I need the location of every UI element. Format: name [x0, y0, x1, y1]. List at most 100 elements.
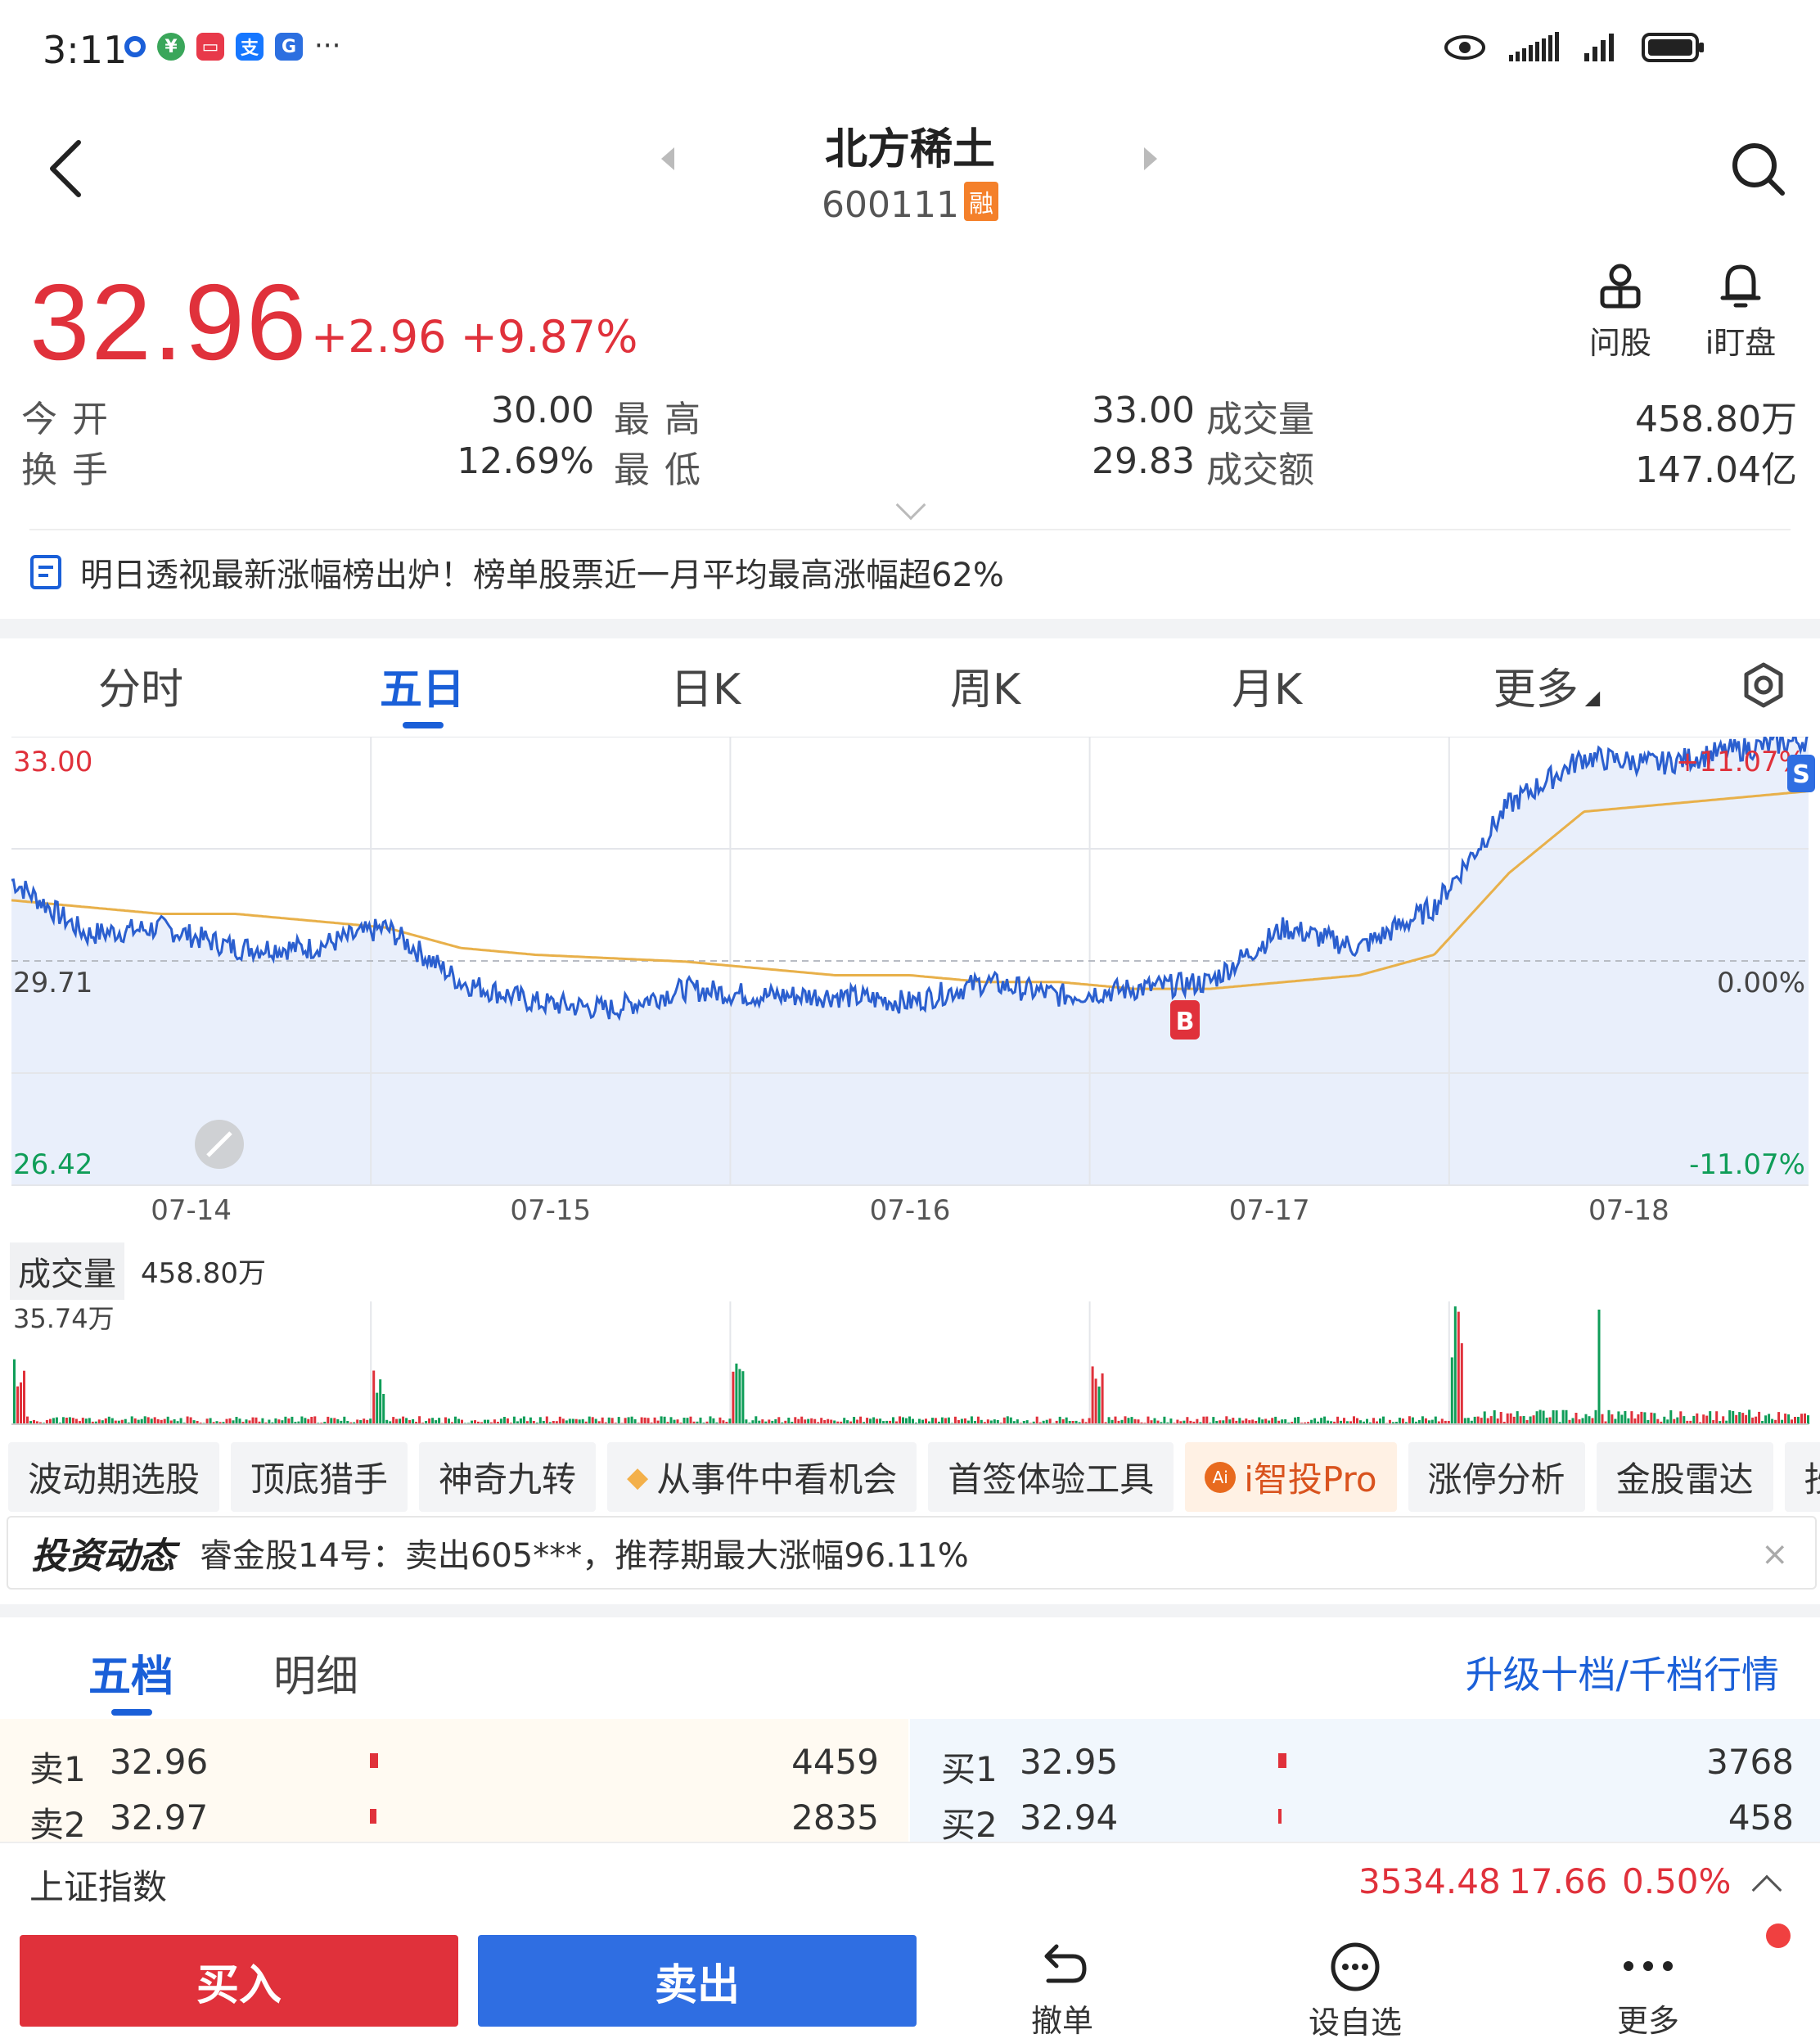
chip-volatility-picker[interactable]: 波动期选股 [8, 1442, 220, 1512]
buy1-price[interactable]: 32.95 [1020, 1742, 1118, 1782]
tab-five-levels[interactable]: 五档 [88, 1642, 173, 1703]
volume-bar [1127, 1418, 1130, 1424]
volume-bar [372, 1370, 376, 1424]
volume-bar [1640, 1411, 1643, 1424]
volume-bar [1607, 1409, 1611, 1424]
volume-bar [205, 1418, 209, 1424]
volume-bar [104, 1418, 107, 1424]
volume-bar [1320, 1418, 1323, 1424]
volume-bar [1545, 1418, 1548, 1424]
more-button[interactable]: 更多 [1574, 1942, 1722, 2041]
watch-market-button[interactable]: i盯盘 [1696, 262, 1786, 363]
volume-bar [1571, 1418, 1574, 1424]
more-notifications: ··· [314, 29, 341, 62]
volume-bar [313, 1416, 317, 1424]
invest-news-brand: 投资动态 [31, 1536, 175, 1577]
stock-name: 北方稀土 [824, 125, 995, 174]
tab-intraday[interactable]: 分时 [51, 655, 231, 716]
volume-bar [1764, 1415, 1768, 1424]
volume-bar [1741, 1413, 1745, 1424]
five-day-chart[interactable]: 07-14 07-15 07-16 07-17 07-18 33.00 29.71 26… [0, 737, 1820, 1441]
volume-bar [1091, 1366, 1094, 1424]
buy1-volume: 3768 [1706, 1742, 1794, 1782]
order-book-tab-indicator [111, 1709, 152, 1716]
volume-bar [640, 1417, 643, 1424]
volume-bar [1512, 1416, 1516, 1424]
tab-more[interactable]: 更多 ◢ [1457, 655, 1637, 716]
volume-bar [627, 1417, 630, 1424]
chip-trial-tools[interactable]: 首签体验工具 [928, 1442, 1174, 1512]
chart-settings-icon[interactable] [1740, 661, 1787, 709]
stat-value-high: 33.00 [1092, 390, 1195, 431]
volume-bar [186, 1416, 189, 1424]
tab-five-day[interactable]: 五日 [332, 655, 512, 716]
chip-event-opportunity[interactable]: ◆ 从事件中看机会 [607, 1442, 917, 1512]
ask-stock-label: 问股 [1588, 325, 1651, 361]
buy-marker[interactable]: B [1170, 1000, 1200, 1040]
buy2-price[interactable]: 32.94 [1020, 1797, 1118, 1838]
sell1-price[interactable]: 32.96 [110, 1742, 208, 1782]
sell2-label: 卖2 [29, 1805, 86, 1845]
chip-bottom-fishing[interactable]: 抄底 [1784, 1442, 1820, 1512]
chip-limit-up-analysis[interactable]: 涨停分析 [1408, 1442, 1585, 1512]
news-banner[interactable]: 明日透视最新涨幅榜出炉！榜单股票近一月平均最高涨幅超62% [29, 548, 1004, 596]
volume-bar [617, 1417, 620, 1424]
volume-bar [934, 1418, 937, 1424]
expand-stats-icon[interactable] [895, 489, 926, 521]
index-change: 17.66 [1509, 1861, 1608, 1901]
volume-bar [1483, 1411, 1486, 1424]
buy-button[interactable]: 买入 [20, 1935, 458, 2027]
close-icon[interactable]: × [1761, 1536, 1789, 1573]
volume-bar [376, 1392, 379, 1424]
undo-icon [1044, 1944, 1087, 1983]
volume-bar [1588, 1416, 1591, 1424]
sell-marker[interactable]: S [1787, 755, 1815, 792]
tab-weekly-k[interactable]: 周K [895, 655, 1075, 716]
volume-bar [545, 1416, 548, 1424]
volume-bar [261, 1418, 264, 1424]
stock-code-line: 600111 融 [0, 182, 1820, 226]
volume-title[interactable]: 成交量 [10, 1242, 124, 1300]
volume-bar [519, 1418, 522, 1424]
tab-monthly-k[interactable]: 月K [1177, 655, 1357, 716]
chip-ai-pro[interactable]: Ai i智投Pro [1185, 1442, 1397, 1512]
volume-bar [363, 1418, 366, 1424]
volume-bar [1594, 1409, 1597, 1424]
add-watchlist-button[interactable]: 设自选 [1282, 1942, 1429, 2042]
sell1-label: 卖1 [29, 1749, 86, 1789]
volume-bar [1313, 1418, 1317, 1424]
sell-button[interactable]: 卖出 [478, 1935, 917, 2027]
volume-bar [1529, 1416, 1532, 1424]
volume-bar [1663, 1416, 1666, 1424]
volume-bar [1169, 1418, 1173, 1424]
volume-bar [866, 1418, 869, 1424]
volume-bar [1784, 1414, 1787, 1424]
signal-icon [1584, 34, 1614, 61]
volume-bar [448, 1418, 450, 1424]
tab-daily-k[interactable]: 日K [615, 655, 795, 716]
volume-bar [1630, 1411, 1633, 1424]
chip-golden-radar[interactable]: 金股雷达 [1596, 1442, 1773, 1512]
invest-news-banner[interactable]: 投资动态 睿金股14号：卖出605***，推荐期最大涨幅96.11% [7, 1516, 1817, 1590]
volume-bar [287, 1418, 291, 1424]
volume-bar [970, 1416, 973, 1424]
stat-value-open: 30.00 [491, 390, 594, 431]
volume-bar [81, 1418, 84, 1424]
volume-bar [1758, 1411, 1761, 1424]
upgrade-depth-link[interactable]: 升级十档/千档行情 [1466, 1645, 1780, 1699]
ask-stock-button[interactable]: 问股 [1579, 262, 1661, 363]
cancel-order-button[interactable]: 撤单 [989, 1942, 1136, 2041]
chip-top-bottom-hunter[interactable]: 顶底猎手 [231, 1442, 408, 1512]
hide-marker-icon[interactable] [195, 1120, 244, 1169]
volume-bar [1408, 1416, 1411, 1424]
search-icon[interactable] [1728, 139, 1787, 198]
chip-magic-nine[interactable]: 神奇九转 [419, 1442, 597, 1512]
volume-bar [1506, 1413, 1509, 1424]
volume-bar [392, 1417, 395, 1424]
sell2-price[interactable]: 32.97 [110, 1797, 208, 1838]
bank-icon: ¥ [157, 33, 185, 61]
tab-details[interactable]: 明细 [273, 1642, 358, 1703]
volume-bar [1702, 1414, 1705, 1424]
volume-bar [872, 1417, 876, 1424]
message-icon: ▭ [196, 33, 224, 61]
